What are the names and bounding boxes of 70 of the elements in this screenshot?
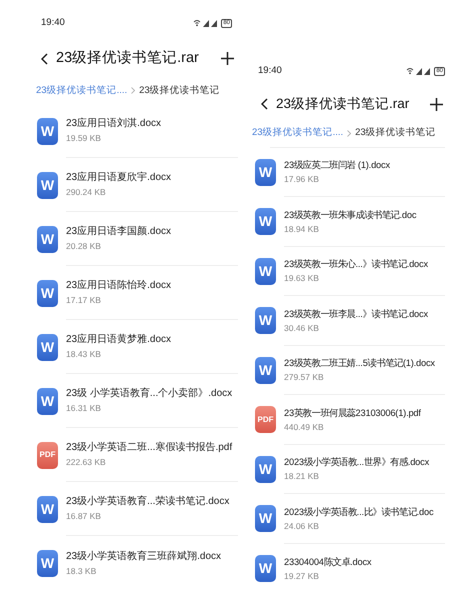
word-file-icon: W <box>37 550 58 576</box>
add-icon[interactable] <box>221 52 234 66</box>
breadcrumb-item[interactable]: 23级择优读书笔记 <box>355 126 436 140</box>
word-file-icon: W <box>37 496 58 522</box>
word-file-icon: W <box>255 356 276 384</box>
file-name[interactable]: 2023级小学英语教...比》读书笔记.doc <box>284 504 445 519</box>
file-name[interactable]: 23级英教一班李晨...》读书笔记.docx <box>284 306 445 321</box>
archive-title: 23级择优读书笔记.rar <box>56 49 199 68</box>
word-file-icon: W <box>37 172 58 198</box>
file-name[interactable]: 23级英教一班朱心...》读书笔记.docx <box>284 257 445 272</box>
breadcrumb-item[interactable]: 23级择优读书笔记 <box>139 84 220 98</box>
file-name[interactable]: 23应用日语夏欣宇.docx <box>66 171 238 185</box>
word-file-icon: W <box>255 208 276 236</box>
file-name[interactable]: 23级小学英语教育三班薛斌翔.docx <box>66 550 238 564</box>
add-icon[interactable] <box>430 98 443 111</box>
back-icon[interactable] <box>41 52 48 65</box>
file-name[interactable]: 23应用日语李国颜.docx <box>66 225 238 239</box>
file-size: 24.06 KB <box>284 520 320 532</box>
file-size: 18.3 KB <box>66 564 98 576</box>
file-name[interactable]: 23304004陈文卓.docx <box>284 554 445 569</box>
word-file-icon: W <box>37 388 58 414</box>
file-size: 17.17 KB <box>66 294 102 306</box>
status-icons-drawing <box>193 19 220 27</box>
file-size: 20.28 KB <box>66 240 102 252</box>
file-size: 440.49 KB <box>284 420 325 433</box>
pdf-file-icon: PDF <box>255 406 276 434</box>
file-name[interactable]: 23英教一班何晨蕊23103006(1).pdf <box>284 406 445 420</box>
file-size: 18.43 KB <box>66 348 102 360</box>
archive-title: 23级择优读书笔记.rar <box>276 95 410 113</box>
breadcrumb-item[interactable]: 23级择优读书笔记.... <box>252 126 344 140</box>
word-file-icon: W <box>255 505 276 532</box>
chevron-icon <box>347 130 352 137</box>
file-name[interactable]: 23级 小学英语教育...个小卖部》.docx <box>66 387 238 401</box>
pdf-file-icon: PDF <box>37 442 58 468</box>
file-name[interactable]: 23级英教二班王婧...5读书笔记(1).docx <box>284 356 445 370</box>
file-size: 19.59 KB <box>66 132 102 144</box>
file-size: 18.94 KB <box>284 222 320 235</box>
back-icon[interactable] <box>261 98 268 110</box>
word-file-icon: W <box>37 334 58 360</box>
word-file-icon: W <box>37 280 58 306</box>
status-time: 19:40 <box>258 64 282 78</box>
file-name[interactable]: 23级英教一班朱事成读书笔记.doc <box>284 208 445 222</box>
word-file-icon: W <box>255 554 276 582</box>
file-size: 290.24 KB <box>66 186 107 198</box>
file-size: 17.96 KB <box>284 173 320 186</box>
word-file-icon: W <box>255 258 276 285</box>
status-icons-drawing <box>406 67 432 75</box>
file-size: 222.63 KB <box>66 456 107 468</box>
file-name[interactable]: 23应用日语陈怡玲.docx <box>66 279 238 293</box>
file-name[interactable]: 23级小学英语二班...寒假读书报告.pdf <box>66 441 238 455</box>
file-size: 19.63 KB <box>284 272 320 284</box>
file-size: 16.31 KB <box>66 402 102 414</box>
word-file-icon: W <box>37 226 58 252</box>
word-file-icon: W <box>255 307 276 334</box>
word-file-icon: W <box>255 158 276 186</box>
word-file-icon: W <box>255 456 276 483</box>
file-size: 19.27 KB <box>284 570 320 582</box>
word-file-icon: W <box>37 118 58 144</box>
file-name[interactable]: 2023级小学英语教...世界》有感.docx <box>284 455 445 470</box>
file-name[interactable]: 23级小学英语教育...荣读书笔记.docx <box>66 495 238 509</box>
file-size: 30.46 KB <box>284 322 320 334</box>
file-name[interactable]: 23应用日语黄梦雅.docx <box>66 333 238 347</box>
file-size: 279.57 KB <box>284 371 325 384</box>
breadcrumb-item[interactable]: 23级择优读书笔记.... <box>36 84 128 98</box>
file-name[interactable]: 23级应英二班闫岩 (1).docx <box>284 158 445 172</box>
file-size: 16.87 KB <box>66 510 102 522</box>
status-time: 19:40 <box>41 16 65 30</box>
file-size: 18.21 KB <box>284 470 320 482</box>
file-name[interactable]: 23应用日语刘淇.docx <box>66 117 238 131</box>
chevron-icon <box>131 87 136 94</box>
